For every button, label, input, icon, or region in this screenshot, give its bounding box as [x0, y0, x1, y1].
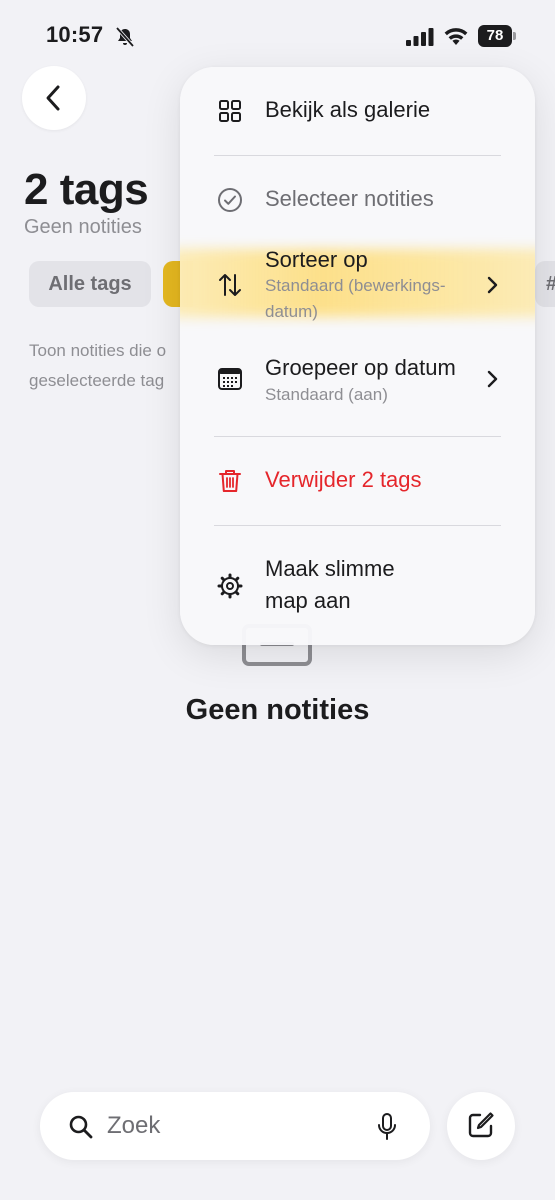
wifi-icon: [444, 28, 468, 45]
checkmark-circle-icon: [218, 188, 242, 212]
status-time: 10:57: [46, 22, 104, 47]
menu-label-sort: Sorteer op: [265, 247, 368, 272]
menu-item-delete-tags[interactable]: Verwijder 2 tags: [180, 437, 535, 525]
search-bar[interactable]: Zoek: [40, 1092, 430, 1160]
menu-label-group: Groepeer op datum: [265, 355, 456, 380]
menu-item-sort-by[interactable]: Sorteer op Standaard (bewerkings- datum): [180, 245, 535, 327]
gear-icon: [217, 573, 243, 599]
filter-chip-tag[interactable]: #: [535, 261, 555, 307]
page-subtitle: Geen notities: [24, 216, 142, 238]
bell-slash-icon: [115, 26, 135, 48]
compose-icon: [468, 1112, 494, 1138]
grid-icon: [219, 100, 241, 122]
menu-sub-sort-line-1: Standaard (bewerkings-: [265, 276, 446, 295]
menu-sub-group: Standaard (aan): [265, 385, 388, 404]
menu-label-select: Selecteer notities: [265, 186, 434, 211]
menu-item-view-as-gallery[interactable]: Bekijk als galerie: [180, 67, 535, 155]
menu-item-create-smart-folder[interactable]: Maak slimme map aan: [180, 526, 535, 636]
signal-icon: [406, 28, 434, 46]
chevron-right-icon: [487, 370, 498, 388]
chevron-right-icon: [487, 276, 498, 294]
chevron-left-icon: [46, 85, 60, 111]
mic-icon[interactable]: [376, 1112, 398, 1142]
menu-label-gallery: Bekijk als galerie: [265, 97, 431, 122]
sort-arrows-icon: [219, 274, 241, 296]
trash-icon: [219, 470, 241, 492]
calendar-icon: [218, 368, 242, 390]
menu-label-smart-folder-line-2: map aan: [265, 588, 351, 613]
compose-button[interactable]: [447, 1092, 515, 1160]
filter-chip-all-tags[interactable]: Alle tags: [29, 261, 151, 307]
context-menu: Bekijk als galerie Selecteer notities So…: [180, 67, 535, 645]
menu-item-group-by-date[interactable]: Groepeer op datum Standaard (aan): [180, 345, 535, 415]
hint-text: Toon notities die o geselecteerde tag: [29, 336, 189, 396]
menu-label-delete: Verwijder 2 tags: [265, 467, 422, 492]
search-icon: [69, 1115, 93, 1139]
hint-line-1: Toon notities die o: [29, 341, 167, 360]
battery-icon: 78: [478, 25, 516, 47]
battery-level: 78: [478, 25, 512, 47]
empty-state-title: Geen notities: [185, 694, 370, 726]
status-bar: 10:57 78: [0, 0, 555, 72]
menu-label-smart-folder-line-1: Maak slimme: [265, 556, 395, 581]
battery-tip: [513, 32, 516, 40]
page-title: 2 tags: [24, 165, 149, 214]
menu-item-select-notes[interactable]: Selecteer notities: [180, 156, 535, 244]
menu-sub-sort-line-2: datum): [265, 302, 318, 321]
hint-line-2: geselecteerde tag: [29, 371, 165, 390]
search-input[interactable]: Zoek: [107, 1112, 160, 1140]
back-button[interactable]: [22, 66, 86, 130]
